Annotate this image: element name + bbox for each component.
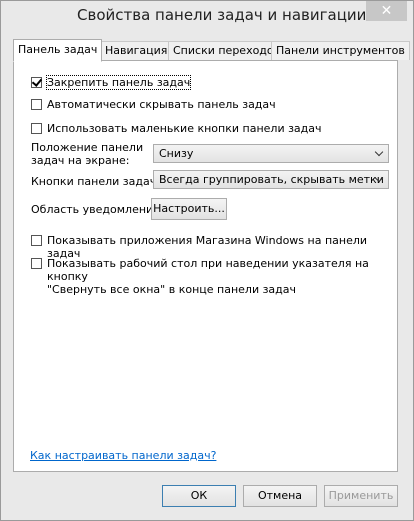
tab-panel: Закрепить панель задач Автоматически скр… (13, 60, 398, 472)
cancel-button[interactable]: Отмена (243, 485, 317, 507)
lock-taskbar-checkbox[interactable] (31, 77, 42, 88)
tab-taskbar[interactable]: Панель задач (13, 39, 103, 62)
peek-label-line2: "Свернуть все окна" в конце панели задач (47, 283, 297, 296)
close-button[interactable]: ✕ (366, 1, 407, 21)
position-label-line2: задач на экране: (31, 154, 130, 167)
peek-label-line1: Показывать рабочий стол при наведении ук… (47, 257, 369, 283)
tab-toolbars[interactable]: Панели инструментов (271, 41, 410, 60)
help-link[interactable]: Как настраивать панели задач? (30, 449, 216, 462)
position-select-value: Снизу (159, 147, 194, 160)
position-select[interactable]: Снизу (153, 144, 389, 163)
peek-label[interactable]: Показывать рабочий стол при наведении ук… (47, 257, 397, 296)
ok-button[interactable]: ОК (162, 485, 236, 507)
tab-jump-lists[interactable]: Списки переходов (168, 41, 286, 60)
customize-button[interactable]: Настроить... (151, 198, 227, 220)
peek-checkbox[interactable] (31, 258, 42, 269)
title-bar[interactable]: Свойства панели задач и навигации ✕ (1, 1, 413, 31)
store-apps-checkbox[interactable] (31, 235, 42, 246)
autohide-label[interactable]: Автоматически скрывать панель задач (47, 98, 276, 111)
taskbar-buttons-label: Кнопки панели задач: (31, 175, 160, 188)
small-buttons-option[interactable]: Использовать маленькие кнопки панели зад… (31, 122, 322, 135)
lock-taskbar-option[interactable]: Закрепить панель задач (31, 75, 192, 90)
apply-button[interactable]: Применить (324, 485, 398, 507)
tab-navigation[interactable]: Навигация (100, 41, 173, 60)
peek-option[interactable]: Показывать рабочий стол при наведении ук… (31, 257, 397, 296)
small-buttons-label[interactable]: Использовать маленькие кнопки панели зад… (47, 122, 322, 135)
taskbar-buttons-select-value: Всегда группировать, скрывать метки (159, 173, 384, 186)
small-buttons-checkbox[interactable] (31, 123, 42, 134)
close-icon: ✕ (380, 3, 393, 19)
position-label: Положение панели задач на экране: (31, 141, 143, 167)
autohide-option[interactable]: Автоматически скрывать панель задач (31, 98, 276, 111)
window-title: Свойства панели задач и навигации (77, 6, 367, 24)
autohide-checkbox[interactable] (31, 99, 42, 110)
taskbar-properties-window: Свойства панели задач и навигации ✕ Пане… (0, 0, 414, 521)
taskbar-buttons-select[interactable]: Всегда группировать, скрывать метки (153, 170, 389, 189)
chevron-down-icon (374, 147, 384, 157)
lock-taskbar-label[interactable]: Закрепить панель задач (45, 75, 192, 90)
position-label-line1: Положение панели (31, 141, 144, 154)
notification-area-label: Область уведомлений: (31, 203, 165, 216)
